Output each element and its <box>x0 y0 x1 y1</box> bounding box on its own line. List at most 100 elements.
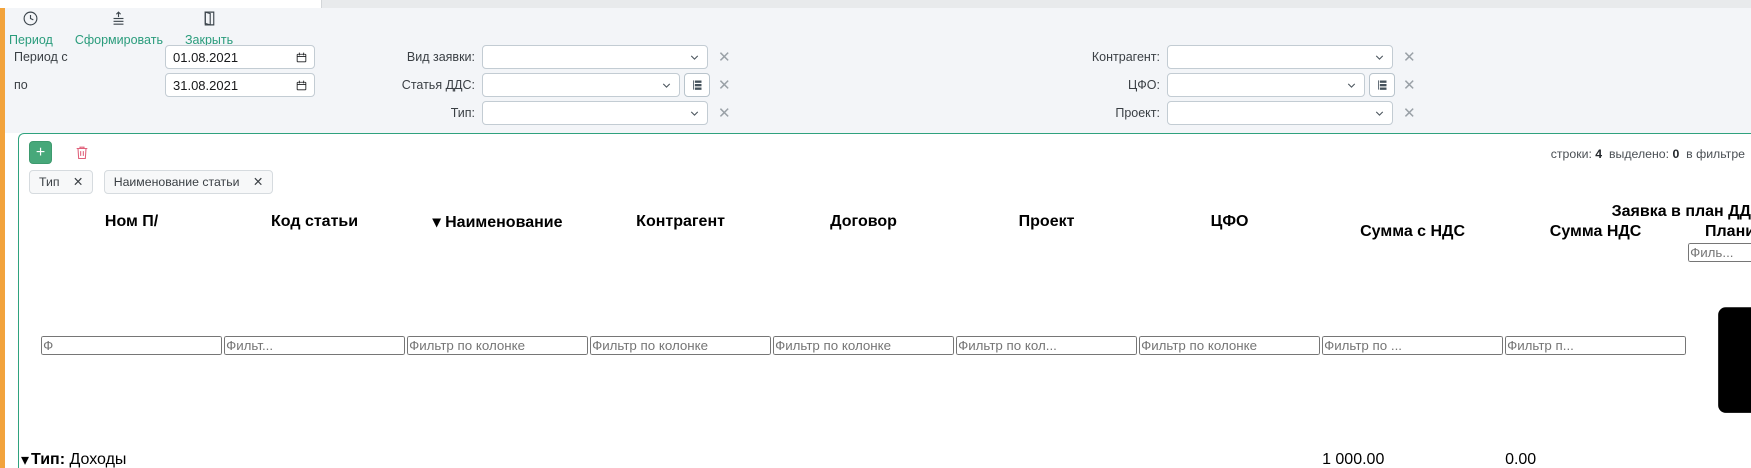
project-label: Проект: <box>1030 106 1160 120</box>
column-header[interactable]: Планируемая дата <box>1688 223 1751 241</box>
main-toolbar: Период Сформировать Закрыть <box>9 10 233 40</box>
chip-close-icon[interactable]: ✕ <box>73 175 83 189</box>
period-button[interactable]: Период <box>9 10 53 40</box>
close-button[interactable]: Закрыть <box>185 10 233 40</box>
grid-toolbar: + строки: 4 выделено: 0 в фильтре <box>19 134 1751 168</box>
type-label: Тип: <box>360 106 475 120</box>
clear-filter-icon[interactable]: ✕ <box>1403 50 1416 65</box>
expander-column-header <box>21 203 29 241</box>
filter-cell-empty <box>21 243 29 448</box>
clear-filter-icon[interactable]: ✕ <box>1403 106 1416 121</box>
column-filter-input[interactable] <box>1139 336 1320 355</box>
chip-label: Наименование статьи <box>114 175 240 189</box>
column-header-num[interactable]: Ном П/ <box>41 203 222 241</box>
column-filter-input[interactable] <box>41 336 222 355</box>
cfo-label: ЦФО: <box>1030 78 1160 92</box>
group-label: Тип: Доходы <box>31 450 1320 468</box>
add-row-button[interactable]: + <box>29 141 52 164</box>
request-kind-select[interactable] <box>482 45 708 69</box>
column-filter-row <box>21 243 1751 448</box>
rows-count: 4 <box>1595 147 1602 161</box>
delete-row-button[interactable] <box>70 141 93 164</box>
column-header-project[interactable]: Проект <box>956 203 1137 241</box>
group-header-row: Ном П/ Код статьи ▾ Наименование Контраг… <box>21 203 1751 221</box>
project-select[interactable] <box>1167 101 1393 125</box>
period-to-input[interactable] <box>165 73 315 97</box>
filter-label: в фильтре <box>1686 147 1745 161</box>
chevron-down-icon <box>660 79 673 92</box>
column-filter-input[interactable] <box>956 336 1137 355</box>
contractor-select[interactable] <box>1167 45 1393 69</box>
hierarchy-icon <box>690 78 704 92</box>
period-from-label: Период с <box>14 50 68 64</box>
request-kind-label: Вид заявки: <box>360 50 475 64</box>
selected-label: выделено: <box>1609 147 1669 161</box>
page: Период Сформировать Закрыть Период с по … <box>0 0 1751 468</box>
top-tab-strip <box>0 0 1751 8</box>
data-grid: Ном П/ Код статьи ▾ Наименование Контраг… <box>19 201 1751 468</box>
contractor-label: Контрагент: <box>1030 50 1160 64</box>
column-filter-input[interactable] <box>773 336 954 355</box>
group-chip-type[interactable]: Тип ✕ <box>29 170 93 194</box>
clear-filter-icon[interactable]: ✕ <box>718 106 731 121</box>
selected-count: 0 <box>1672 147 1679 161</box>
chevron-down-icon <box>1345 79 1358 92</box>
collapse-expander-icon[interactable]: ▾ <box>21 450 29 468</box>
column-filter-input[interactable] <box>1505 336 1686 355</box>
column-filter-input[interactable] <box>1322 336 1503 355</box>
period-from-input[interactable] <box>165 45 315 69</box>
clear-filter-icon[interactable]: ✕ <box>1403 78 1416 93</box>
grid-status: строки: 4 выделено: 0 в фильтре <box>1551 147 1745 161</box>
chip-close-icon[interactable]: ✕ <box>253 175 263 189</box>
type-group-row[interactable]: ▾Тип: Доходы1 000.000.000.000.00 <box>21 450 1751 468</box>
cfo-select[interactable] <box>1167 73 1365 97</box>
tree-select-button[interactable] <box>1369 73 1395 97</box>
trash-icon <box>74 144 90 161</box>
calendar-icon[interactable] <box>295 79 308 92</box>
sort-desc-icon[interactable]: ▾ <box>433 214 441 231</box>
grouping-chips: Тип ✕ Наименование статьи ✕ <box>19 168 1751 201</box>
filter-panel: Период с по Вид заявки: ✕ Статья ДДС: ✕ … <box>0 40 1751 133</box>
column-header-code[interactable]: Код статьи <box>224 203 405 241</box>
column-header-contractor[interactable]: Контрагент <box>590 203 771 241</box>
door-icon <box>201 10 218 32</box>
expander-column-header <box>31 203 39 241</box>
column-filter-input[interactable] <box>407 336 588 355</box>
column-header[interactable]: Сумма с НДС <box>1322 223 1503 241</box>
dds-article-select[interactable] <box>482 73 680 97</box>
column-header[interactable]: Сумма НДС <box>1505 223 1686 241</box>
clear-filter-icon[interactable]: ✕ <box>718 50 731 65</box>
column-header-name[interactable]: ▾ Наименование <box>407 203 588 241</box>
tree-select-button[interactable] <box>684 73 710 97</box>
active-tab-remnant <box>0 0 322 8</box>
chip-label: Тип <box>39 175 60 189</box>
group-chip-article[interactable]: Наименование статьи ✕ <box>104 170 274 194</box>
calendar-icon[interactable] <box>295 51 308 64</box>
chevron-down-icon <box>1373 51 1386 64</box>
group-header-plan: Заявка в план ДДС <box>1322 203 1751 221</box>
group-sum-cell <box>1688 450 1751 468</box>
column-filter-input[interactable] <box>224 336 405 355</box>
column-filter-input[interactable] <box>590 336 771 355</box>
generate-button[interactable]: Сформировать <box>75 10 163 40</box>
grid-panel: + строки: 4 выделено: 0 в фильтре Тип ✕ … <box>18 133 1751 468</box>
clear-filter-icon[interactable]: ✕ <box>718 78 731 93</box>
filter-cell-empty <box>31 243 39 448</box>
generate-icon <box>110 10 127 32</box>
chevron-down-icon <box>688 107 701 120</box>
hierarchy-icon <box>1375 78 1389 92</box>
dds-article-label: Статья ДДС: <box>360 78 475 92</box>
group-sum-cell: 1 000.00 <box>1322 450 1503 468</box>
chevron-down-icon <box>1373 107 1386 120</box>
column-header-contract[interactable]: Договор <box>773 203 954 241</box>
rows-label: строки: <box>1551 147 1592 161</box>
table-body: ▾Тип: Доходы1 000.000.000.000.00▾Наимено… <box>21 450 1751 468</box>
period-to-label: по <box>14 78 28 92</box>
column-header-cfo[interactable]: ЦФО <box>1139 203 1320 241</box>
clock-icon <box>22 10 39 32</box>
calendar-icon[interactable] <box>1688 262 1751 443</box>
chevron-down-icon <box>688 51 701 64</box>
type-select[interactable] <box>482 101 708 125</box>
date-filter-input[interactable] <box>1688 243 1751 262</box>
group-sum-cell: 0.00 <box>1505 450 1686 468</box>
